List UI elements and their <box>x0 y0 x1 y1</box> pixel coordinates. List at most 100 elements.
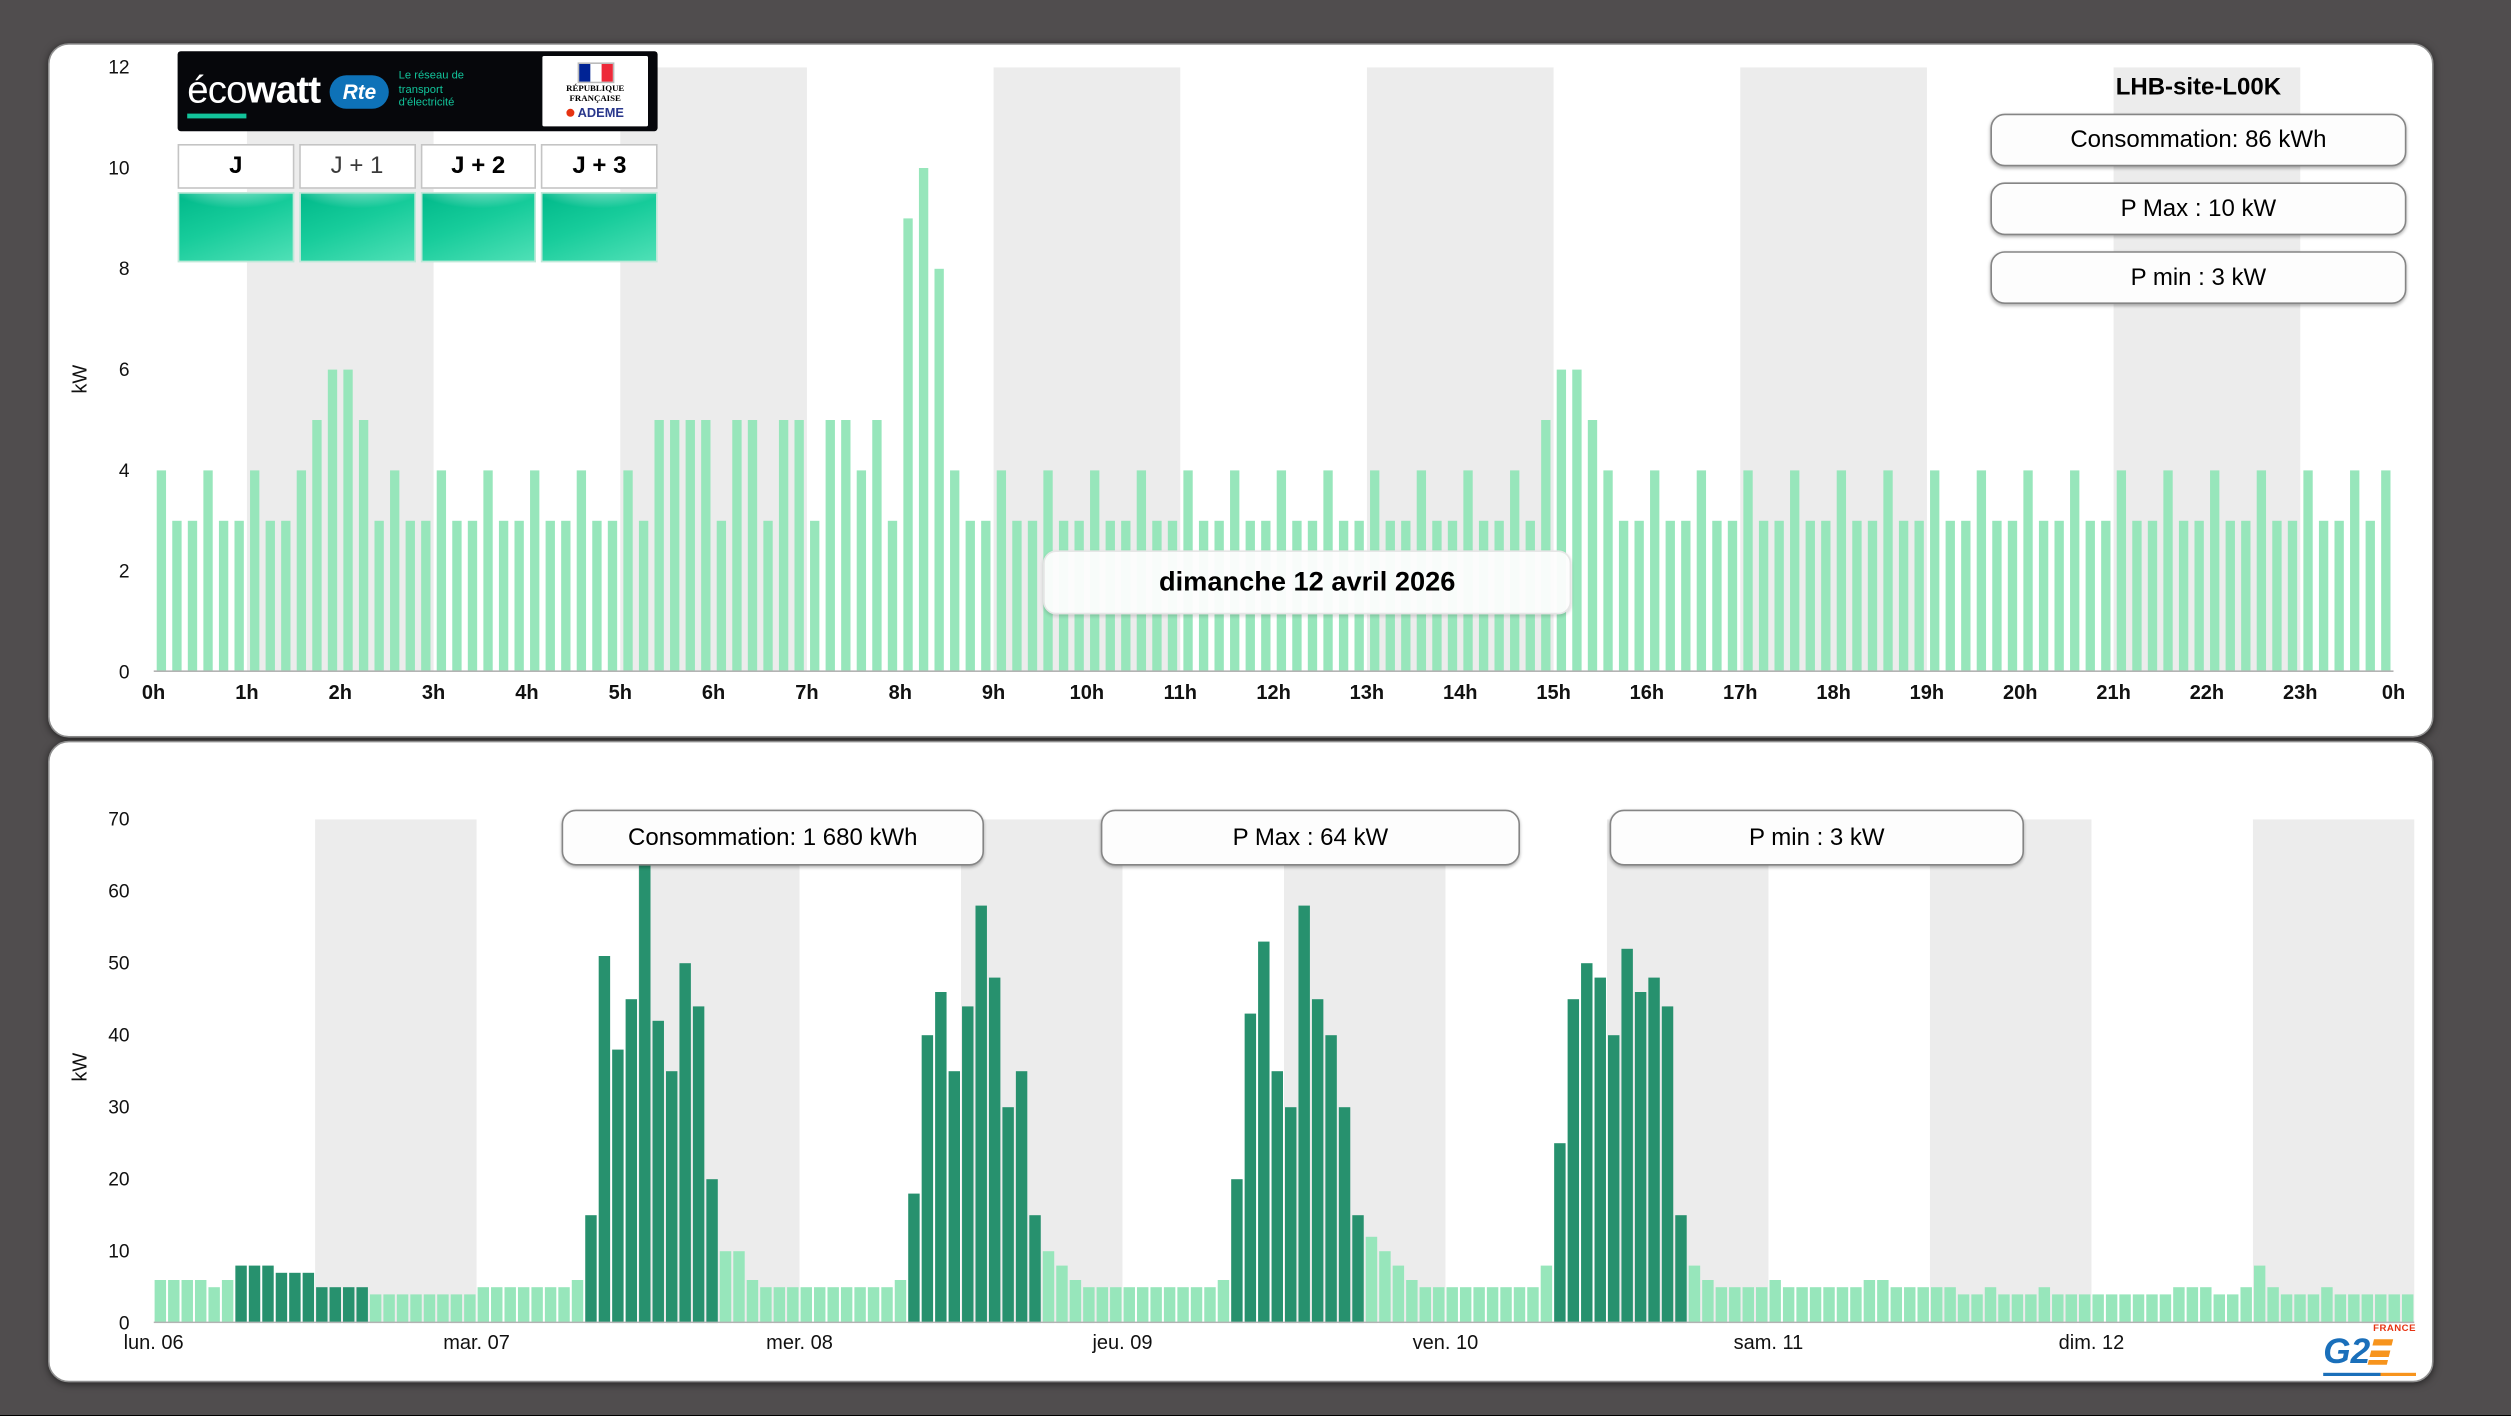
bar <box>1852 520 1862 672</box>
bar <box>934 268 944 672</box>
bar <box>1554 1143 1566 1324</box>
x-tick-label: jeu. 09 <box>1092 1331 1153 1354</box>
x-tick-label: 2h <box>328 681 352 704</box>
bar <box>452 520 462 672</box>
bar <box>1069 1280 1082 1324</box>
bar <box>2318 520 2329 672</box>
x-tick-label: 1h <box>235 681 259 704</box>
bar <box>665 1071 678 1324</box>
bar <box>2116 470 2127 672</box>
bar <box>887 520 898 672</box>
bar <box>1527 1287 1539 1324</box>
bar <box>2132 1294 2145 1324</box>
bar <box>2011 1294 2024 1324</box>
france-flag-icon <box>576 62 614 84</box>
bar <box>1821 520 1831 672</box>
bar <box>2227 1294 2239 1324</box>
x-tick-label: 23h <box>2283 681 2318 704</box>
y-tick-label: 60 <box>108 880 130 903</box>
bar <box>2307 1294 2320 1324</box>
ecowatt-forecast-image <box>420 192 537 263</box>
background-band <box>315 819 477 1324</box>
bar <box>571 1280 584 1324</box>
bar <box>760 1287 772 1324</box>
y-tick-label: 50 <box>108 952 130 975</box>
ecowatt-day-j1[interactable]: J + 1 <box>298 144 416 263</box>
bar <box>2267 1287 2279 1324</box>
bar <box>234 520 244 672</box>
bar <box>2381 470 2391 672</box>
bar <box>1944 1287 1956 1324</box>
bar <box>2200 1287 2212 1324</box>
ecowatt-day-j2[interactable]: J + 2 <box>420 144 537 263</box>
bar <box>1836 1287 1849 1324</box>
ecowatt-logo-watt: watt <box>246 68 321 112</box>
y-tick-label: 70 <box>108 808 130 831</box>
bar <box>2401 1294 2414 1324</box>
x-axis-ticks: 0h 1h 2h 3h 4h 5h 6h 7h 8h 9h 10h 11h 12h 13h 14h 15h 16… <box>142 681 2405 711</box>
rte-logo: Rte <box>329 74 390 108</box>
bar <box>679 963 691 1324</box>
bar <box>327 369 338 672</box>
bar <box>531 1287 543 1324</box>
bar <box>2321 1287 2333 1324</box>
bar <box>2303 470 2313 672</box>
bar <box>1769 1280 1781 1324</box>
bar <box>827 1287 839 1324</box>
bar <box>1419 1287 1432 1324</box>
bar <box>1567 999 1580 1324</box>
bar <box>1244 1013 1257 1324</box>
bar <box>763 520 773 672</box>
bar <box>1823 1287 1835 1324</box>
bar <box>948 1071 961 1324</box>
bar <box>854 1287 866 1324</box>
bar <box>396 1294 409 1324</box>
bar <box>1898 520 1909 672</box>
bar <box>2280 1294 2293 1324</box>
bar <box>156 470 167 672</box>
x-tick-label: 20h <box>2003 681 2038 704</box>
bar <box>296 470 307 672</box>
bar <box>1917 1287 1929 1324</box>
bar <box>1782 1287 1795 1324</box>
bar <box>1150 1287 1162 1324</box>
bar <box>2038 520 2049 672</box>
bar <box>1675 1215 1687 1324</box>
weekly-chart-plot <box>153 819 2415 1324</box>
bar <box>981 520 991 672</box>
bar <box>1096 1287 1109 1324</box>
x-tick-label: 11h <box>1163 681 1197 704</box>
bar <box>1661 1006 1674 1324</box>
bar <box>2065 1294 2077 1324</box>
bar <box>464 1294 476 1324</box>
bar <box>262 1265 274 1324</box>
bar <box>544 1287 557 1324</box>
bar <box>2070 470 2080 672</box>
pmin-badge: P min : 3 kW <box>1990 251 2407 304</box>
x-tick-label: lun. 06 <box>123 1331 184 1354</box>
bar <box>168 1280 180 1324</box>
bar <box>356 1287 368 1324</box>
ecowatt-day-j[interactable]: J <box>177 144 294 263</box>
bar <box>545 520 555 672</box>
ecowatt-day-label: J <box>177 144 294 189</box>
bar <box>483 470 493 672</box>
g2e-underline <box>2323 1372 2416 1376</box>
y-tick-label: 10 <box>108 1240 130 1263</box>
bar <box>975 905 987 1324</box>
bar <box>814 1287 826 1324</box>
bar <box>1042 1251 1055 1324</box>
ecowatt-day-j3[interactable]: J + 3 <box>541 144 658 263</box>
g2e-france-label: FRANCE <box>2373 1324 2416 1335</box>
x-tick-label: 6h <box>701 681 726 704</box>
bar <box>867 1287 880 1324</box>
bar <box>1406 1280 1418 1324</box>
bar <box>918 168 929 672</box>
ecowatt-logo-eco: éco <box>187 68 248 119</box>
weekly-chart-panel: kW 0 10 20 30 40 50 60 70 lun. 06 mar. 07 mer. 08… <box>48 740 2434 1383</box>
bar <box>965 520 975 672</box>
bar <box>1618 520 1629 672</box>
bar <box>1204 1287 1216 1324</box>
bar <box>1056 1265 1068 1324</box>
bar <box>1957 1294 1970 1324</box>
